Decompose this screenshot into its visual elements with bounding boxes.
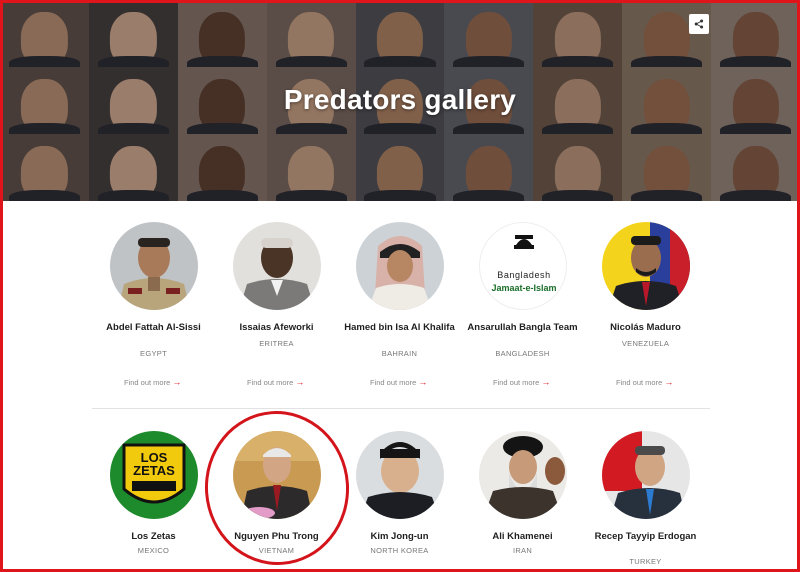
logo-subtext: Jamaat-e-Islam [491, 283, 557, 293]
predator-name: Kim Jong-un [370, 531, 429, 542]
find-out-more-link[interactable]: Find out more → [616, 377, 673, 387]
logo-los-zetas: LOS ZETAS [110, 431, 198, 519]
predator-country: NORTH KOREA [370, 546, 429, 555]
find-out-more-label: Find out more [247, 378, 294, 387]
find-out-more-link[interactable]: Find out more → [124, 377, 181, 387]
portrait-maduro [602, 222, 690, 310]
predator-country: EGYPT [140, 349, 167, 358]
arrow-right-icon: → [541, 377, 551, 387]
find-out-more-label: Find out more [616, 378, 663, 387]
find-out-more-link[interactable]: Find out more → [493, 377, 550, 387]
find-out-more-label: Find out more [124, 378, 171, 387]
arrow-right-icon: → [664, 377, 674, 387]
share-icon [694, 19, 704, 29]
portrait-nguyen-phu-trong [233, 431, 321, 519]
find-out-more-label: Find out more [493, 378, 540, 387]
predator-name: Hamed bin Isa Al Khalifa [344, 322, 455, 333]
predator-country: BAHRAIN [381, 349, 418, 358]
page-title: Predators gallery [283, 84, 517, 115]
logo-text: LOS ZETAS [133, 450, 175, 478]
find-out-more-label: Find out more [370, 378, 417, 387]
logo-text: Bangladesh [497, 270, 551, 280]
portrait-afeworki [233, 222, 321, 310]
predator-country: BANGLADESH [495, 349, 550, 358]
find-out-more-link[interactable]: Find out more → [247, 377, 304, 387]
logo-ansarullah: Bangladesh Jamaat-e-Islam [479, 222, 567, 310]
arrow-right-icon: → [295, 377, 305, 387]
predator-country: MEXICO [137, 546, 170, 555]
predator-name: Abdel Fattah Al-Sissi [106, 322, 201, 333]
share-button[interactable] [689, 14, 709, 34]
portrait-sissi [110, 222, 198, 310]
predator-country: VIETNAM [258, 546, 295, 555]
arrow-right-icon: → [172, 377, 182, 387]
predator-name: Ansarullah Bangla Team [467, 322, 578, 333]
find-out-more-link[interactable]: Find out more → [370, 377, 427, 387]
predator-country: IRAN [512, 546, 533, 555]
predator-name: Ali Khamenei [492, 531, 553, 542]
predator-name: Nicolás Maduro [610, 322, 681, 333]
portrait-erdogan [602, 431, 690, 519]
predator-name: Recep Tayyip Erdogan [594, 531, 697, 542]
predator-country: TURKEY [629, 557, 662, 566]
portrait-khamenei [479, 431, 567, 519]
predator-country: VENEZUELA [621, 339, 670, 348]
arrow-right-icon: → [418, 377, 428, 387]
predator-name: Los Zetas [131, 531, 176, 542]
hero-banner: Predators gallery [0, 0, 800, 201]
portrait-kim-jong-un [356, 431, 444, 519]
predator-country: ERITREA [259, 339, 294, 348]
mosque-logo-icon [514, 235, 534, 249]
row-divider [92, 408, 710, 409]
portrait-al-khalifa [356, 222, 444, 310]
predator-name: Issaias Afeworki [239, 322, 314, 333]
predator-name: Nguyen Phu Trong [234, 531, 319, 542]
